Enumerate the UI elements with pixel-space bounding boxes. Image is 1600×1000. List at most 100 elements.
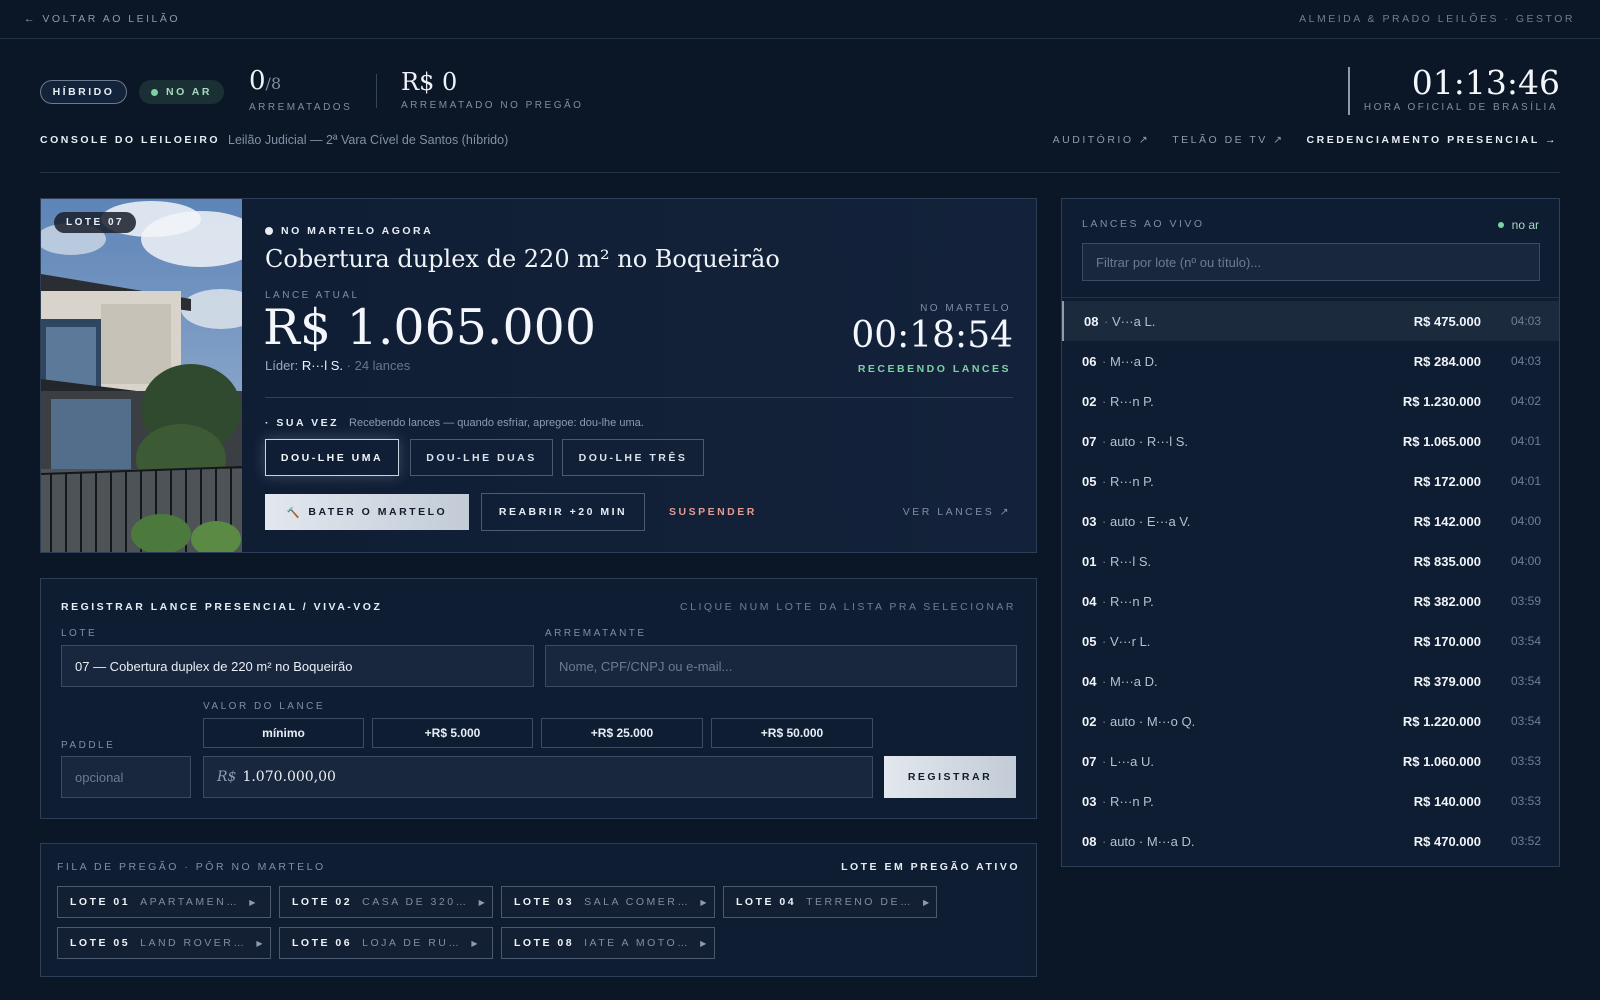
live-status-pill: NO AR [139,80,224,104]
bid-row[interactable]: 02 · R···n P. R$ 1.230.000 04:02 [1062,381,1559,421]
nav-telao-link[interactable]: TELÃO DE TV ↗ [1172,134,1284,146]
queue-item-lote-02[interactable]: LOTE 02 CASA DE 320… ▶ [279,886,493,918]
bid-amount: R$ 172.000 [1413,473,1481,489]
lot-select[interactable]: 07 — Cobertura duplex de 220 m² no Boque… [61,645,534,687]
quick-plus-50000-button[interactable]: +R$ 50.000 [711,718,873,748]
suspend-button[interactable]: SUSPENDER [669,506,757,518]
auction-subtitle: Leilão Judicial — 2ª Vara Cível de Santo… [228,133,509,147]
bid-bidder: · R···n P. [1102,793,1154,809]
bid-time: 04:03 [1510,314,1541,328]
bid-row[interactable]: 02 · auto · M···o Q. R$ 1.220.000 03:54 [1062,701,1559,741]
play-icon: ▶ [700,938,709,948]
console-label: CONSOLE DO LEILOEIRO [40,134,221,146]
reopen-button[interactable]: REABRIR +20 MIN [481,493,645,531]
bid-lot: 05 [1082,633,1097,649]
live-dot-icon [1497,222,1504,228]
your-turn-line: · SUA VEZ Recebendo lances — quando esfr… [265,417,644,429]
queue-item-lote-03[interactable]: LOTE 03 SALA COMER… ▶ [501,886,715,918]
lot-photo [41,199,242,552]
bid-row[interactable]: 05 · V···r L. R$ 170.000 03:54 [1062,621,1559,661]
quick-minimum-button[interactable]: mínimo [203,718,364,748]
bid-row[interactable]: 04 · M···a D. R$ 379.000 03:54 [1062,661,1559,701]
live-bids-status-label: no ar [1511,218,1539,232]
dou-lhe-uma-button[interactable]: DOU-LHE UMA [265,439,399,476]
bid-row[interactable]: 01 · R···l S. R$ 835.000 04:00 [1062,541,1559,581]
your-turn-label: · SUA VEZ [265,417,340,429]
bid-row[interactable]: 06 · M···a D. R$ 284.000 04:03 [1062,341,1559,381]
dou-lhe-duas-button[interactable]: DOU-LHE DUAS [410,439,553,476]
bid-row[interactable]: 08 · auto · M···a D. R$ 470.000 03:52 [1062,821,1559,861]
register-bid-panel: REGISTRAR LANCE PRESENCIAL / VIVA-VOZ CL… [40,578,1037,819]
bid-row[interactable]: 03 · R···n P. R$ 140.000 03:53 [1062,781,1559,821]
play-icon: ▶ [471,938,481,948]
bid-row[interactable]: 08 · V···a L. R$ 475.000 04:03 [1062,301,1559,341]
quick-plus-5000-button[interactable]: +R$ 5.000 [372,718,533,748]
quick-plus-25000-button[interactable]: +R$ 25.000 [541,718,703,748]
official-clock-label: HORA OFICIAL DE BRASÍLIA [1363,102,1558,113]
now-dot-icon [265,227,273,235]
hammer-down-button[interactable]: 🔨 BATER O MARTELO [265,494,469,530]
bid-amount: R$ 382.000 [1413,593,1481,609]
dou-lhe-tres-button[interactable]: DOU-LHE TRÊS [562,439,704,476]
header-divider [376,74,377,108]
bid-row[interactable]: 03 · auto · E···a V. R$ 142.000 04:00 [1062,501,1559,541]
queue-item-lote-04[interactable]: LOTE 04 TERRENO DE… ▶ [723,886,937,918]
queue-item-lote-05[interactable]: LOTE 05 LAND ROVER… ▶ [57,927,271,959]
bid-lot: 08 [1084,313,1099,329]
bid-amount: R$ 835.000 [1413,553,1481,569]
lot-badge: LOTE 07 [54,212,137,233]
queue-active-label: LOTE EM PREGÃO ATIVO [841,861,1020,873]
register-button[interactable]: REGISTRAR [884,756,1016,798]
bid-lot: 02 [1082,393,1097,409]
lot-title: Cobertura duplex de 220 m² no Boqueirão [265,245,780,273]
bid-row[interactable]: 07 · auto · R···l S. R$ 1.065.000 04:01 [1062,421,1559,461]
live-bids-status: no ar [1497,218,1539,232]
bid-row[interactable]: 05 · R···n P. R$ 172.000 04:01 [1062,461,1559,501]
queue-item-lote-06[interactable]: LOTE 06 LOJA DE RU… ▶ [279,927,493,959]
bid-time: 04:03 [1510,354,1541,368]
clock-divider [1348,67,1350,115]
bid-lot: 04 [1082,593,1097,609]
bid-row[interactable]: 07 · L···a U. R$ 1.060.000 03:53 [1062,741,1559,781]
bid-value-text: 1.070.000,00 [242,769,336,785]
bid-time: 04:00 [1510,514,1541,528]
bid-time: 03:59 [1510,594,1541,608]
bid-row[interactable]: 04 · R···n P. R$ 382.000 03:59 [1062,581,1559,621]
bid-bidder: · auto · M···a D. [1102,833,1195,849]
sold-value-label: ARREMATADO NO PREGÃO [401,100,584,111]
bid-value-label: VALOR DO LANCE [203,701,326,712]
now-on-hammer-text: NO MARTELO AGORA [281,225,434,237]
bids-filter-input[interactable]: Filtrar por lote (nº ou título)... [1082,243,1540,281]
bid-lot: 07 [1082,433,1097,449]
live-bids-panel: LANCES AO VIVO no ar Filtrar por lote (n… [1061,198,1560,867]
nav-credenciamento-link[interactable]: CREDENCIAMENTO PRESENCIAL → [1307,134,1558,146]
view-bids-link[interactable]: VER LANCES ↗ [903,506,1011,518]
bid-value-input[interactable]: R$ 1.070.000,00 [203,756,873,798]
leader-name: R···l S. [301,358,344,373]
bids-divider [1062,297,1559,298]
bidder-input[interactable]: Nome, CPF/CNPJ ou e-mail... [545,645,1017,687]
lot-field-label: LOTE [61,628,98,639]
queue-item-lote-08[interactable]: LOTE 08 IATE A MOTO… ▶ [501,927,715,959]
hammer-timer: 00:18:54 [851,315,1013,356]
bid-time: 03:53 [1510,794,1541,808]
queue-item-lote-01[interactable]: LOTE 01 APARTAMEN… ▶ [57,886,271,918]
bid-time: 04:01 [1510,434,1541,448]
bid-bidder: · R···n P. [1102,473,1154,489]
hammer-timer-label: NO MARTELO [920,303,1011,314]
back-to-auction-link[interactable]: ← VOLTAR AO LEILÃO [24,13,180,25]
header-nav: AUDITÓRIO ↗ TELÃO DE TV ↗ CREDENCIAMENTO… [1053,134,1558,146]
bid-lot: 03 [1082,793,1097,809]
bid-lot: 04 [1082,673,1097,689]
bid-time: 03:54 [1510,634,1541,648]
current-lot-card: LOTE 07 NO MARTELO AGORA Cobertura duple… [40,198,1037,553]
bid-bidder: · auto · M···o Q. [1102,713,1196,729]
paddle-input[interactable]: opcional [61,756,191,798]
bid-lot: 06 [1082,353,1097,369]
nav-auditorio-link[interactable]: AUDITÓRIO ↗ [1053,134,1151,146]
sold-count-label: ARREMATADOS [249,102,353,113]
bid-time: 04:02 [1510,394,1541,408]
play-icon: ▶ [478,897,488,907]
play-icon: ▶ [256,938,266,948]
bid-bidder: · L···a U. [1102,753,1155,769]
